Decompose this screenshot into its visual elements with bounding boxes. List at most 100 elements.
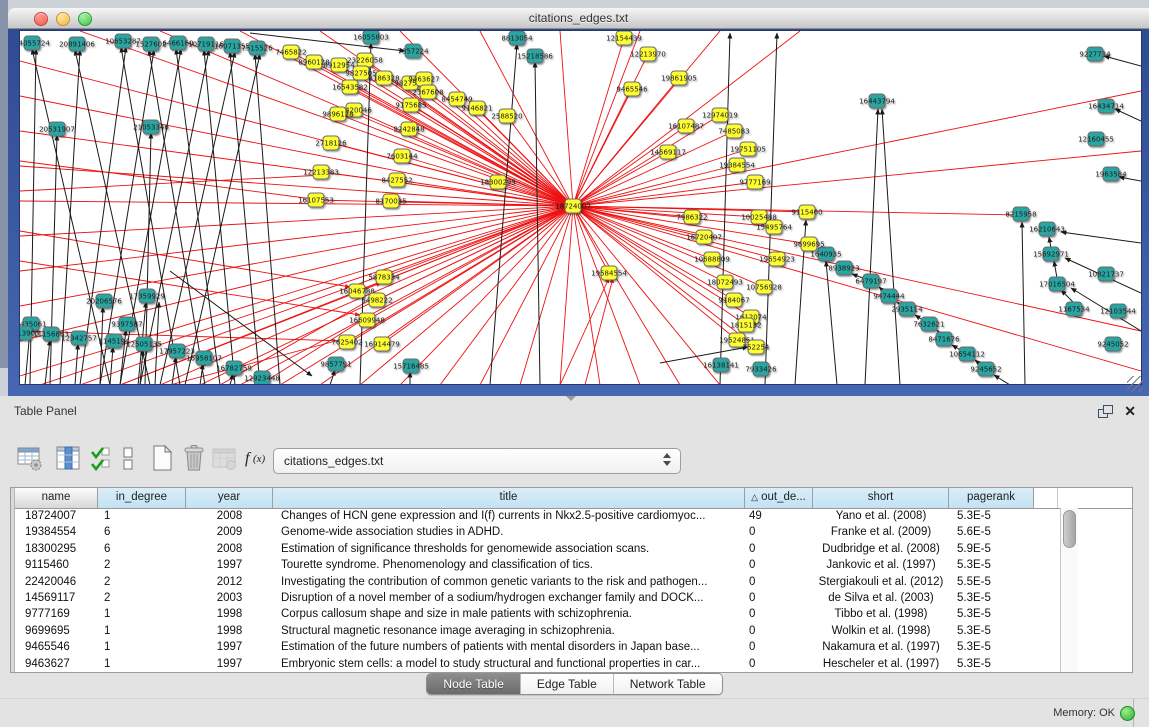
- cell-short[interactable]: Yano et al. (2008): [813, 508, 949, 524]
- cell-out_de[interactable]: 0: [745, 590, 813, 606]
- graph-node[interactable]: 9227734: [1079, 47, 1111, 61]
- cell-year[interactable]: 1997: [186, 656, 273, 672]
- graph-edge[interactable]: [1061, 232, 1141, 243]
- cell-out_de[interactable]: 0: [745, 541, 813, 557]
- graph-node[interactable]: 6479197: [855, 274, 886, 288]
- graph-edge[interactable]: [50, 135, 57, 384]
- table-row[interactable]: 977716911998Corpus callosum shape and si…: [11, 606, 1060, 622]
- cell-short[interactable]: Nakamura et al. (1997): [813, 639, 949, 655]
- graph-node[interactable]: 9465546: [616, 82, 648, 96]
- graph-node[interactable]: 2588520: [491, 109, 522, 123]
- graph-node[interactable]: 19861905: [661, 71, 697, 85]
- graph-edge[interactable]: [560, 206, 573, 384]
- cell-name[interactable]: 9777169: [15, 606, 98, 622]
- graph-edge[interactable]: [377, 206, 573, 300]
- graph-node[interactable]: 12213970: [630, 47, 666, 61]
- graph-node[interactable]: 15692971: [1033, 247, 1069, 261]
- graph-edge[interactable]: [1115, 109, 1141, 121]
- graph-edge[interactable]: [1054, 261, 1057, 278]
- column-header-name[interactable]: name: [15, 488, 98, 508]
- graph-node[interactable]: 16443794: [859, 94, 895, 108]
- graph-edge[interactable]: [360, 206, 573, 384]
- tab-node-table[interactable]: Node Table: [427, 674, 520, 694]
- column-header-out_de[interactable]: △out_de...: [745, 488, 813, 508]
- graph-node[interactable]: 12160455: [1078, 132, 1114, 146]
- graph-edge[interactable]: [255, 54, 280, 384]
- table-selector[interactable]: citations_edges.txt: [273, 448, 681, 474]
- cell-out_de[interactable]: 0: [745, 606, 813, 622]
- graph-node[interactable]: 8427552: [381, 173, 412, 187]
- cell-title[interactable]: Genome-wide association studies in ADHD.: [273, 524, 745, 540]
- new-document-icon[interactable]: [146, 440, 178, 476]
- graph-edge[interactable]: [560, 31, 573, 206]
- cell-in_degree[interactable]: 2: [98, 557, 186, 573]
- network-canvas[interactable]: 1405572420891406106532871527602646616010…: [20, 31, 1141, 384]
- import-table-icon[interactable]: [208, 440, 240, 476]
- graph-node[interactable]: 9115460: [791, 205, 822, 219]
- cell-out_de[interactable]: 0: [745, 656, 813, 672]
- cell-out_de[interactable]: 0: [745, 639, 813, 655]
- cell-out_de[interactable]: 0: [745, 557, 813, 573]
- cell-name[interactable]: 9115460: [15, 557, 98, 573]
- graph-node[interactable]: 12974019: [702, 108, 738, 122]
- close-panel-icon[interactable]: ✕: [1124, 401, 1136, 421]
- cell-pagerank[interactable]: 5.9E-5: [949, 541, 1034, 557]
- graph-node[interactable]: 12103544: [1100, 304, 1136, 318]
- cell-title[interactable]: Estimation of the future numbers of pati…: [273, 639, 745, 655]
- cell-in_degree[interactable]: 1: [98, 656, 186, 672]
- graph-node[interactable]: 7465822: [275, 45, 306, 59]
- cell-pagerank[interactable]: 5.3E-5: [949, 639, 1034, 655]
- cell-year[interactable]: 1998: [186, 606, 273, 622]
- graph-edge[interactable]: [765, 33, 777, 384]
- graph-edge[interactable]: [573, 182, 755, 206]
- cell-short[interactable]: Dudbridge et al. (2008): [813, 541, 949, 557]
- graph-edge[interactable]: [573, 38, 624, 206]
- cell-in_degree[interactable]: 1: [98, 508, 186, 524]
- zoom-window-button[interactable]: [78, 12, 92, 26]
- cell-pagerank[interactable]: 5.3E-5: [949, 606, 1034, 622]
- cell-pagerank[interactable]: 5.3E-5: [949, 508, 1034, 524]
- graph-node[interactable]: 20891406: [59, 37, 95, 51]
- graph-edge[interactable]: [40, 206, 573, 384]
- graph-node[interactable]: 16107487: [668, 119, 704, 133]
- cell-in_degree[interactable]: 1: [98, 606, 186, 622]
- graph-edge[interactable]: [826, 261, 837, 384]
- graph-node[interactable]: 8170035: [375, 194, 406, 208]
- cell-year[interactable]: 2008: [186, 508, 273, 524]
- cell-in_degree[interactable]: 2: [98, 574, 186, 590]
- graph-node[interactable]: 7632621: [913, 317, 944, 331]
- cell-pagerank[interactable]: 5.6E-5: [949, 524, 1034, 540]
- cell-name[interactable]: 9465546: [15, 639, 98, 655]
- graph-node[interactable]: 16914479: [364, 337, 400, 351]
- graph-edge[interactable]: [573, 206, 746, 325]
- function-builder-icon[interactable]: f(x): [242, 440, 274, 476]
- graph-node[interactable]: 16055803: [353, 31, 389, 44]
- column-header-pagerank[interactable]: pagerank: [949, 488, 1034, 508]
- cell-out_de[interactable]: 0: [745, 574, 813, 590]
- graph-node[interactable]: 5878334: [368, 270, 400, 284]
- graph-edge[interactable]: [1049, 237, 1051, 248]
- tab-edge-table[interactable]: Edge Table: [520, 674, 613, 694]
- graph-node[interactable]: 9245652: [970, 362, 1001, 376]
- cell-short[interactable]: Hescheler et al. (1997): [813, 656, 949, 672]
- table-row[interactable]: 946362711997Embryonic stem cells: a mode…: [11, 656, 1060, 672]
- tab-network-table[interactable]: Network Table: [613, 674, 722, 694]
- cell-pagerank[interactable]: 5.3E-5: [949, 590, 1034, 606]
- table-scrollbar-thumb[interactable]: [1063, 510, 1076, 548]
- table-row[interactable]: 2242004622012Investigating the contribut…: [11, 574, 1060, 590]
- graph-node[interactable]: 1963584: [1095, 167, 1127, 181]
- resize-grip-icon[interactable]: [1127, 376, 1143, 392]
- splitter-handle-icon[interactable]: [566, 396, 576, 401]
- cell-year[interactable]: 2003: [186, 590, 273, 606]
- cell-year[interactable]: 2009: [186, 524, 273, 540]
- graph-node[interactable]: 7603144: [386, 149, 418, 163]
- cell-out_de[interactable]: 49: [745, 508, 813, 524]
- graph-edge[interactable]: [882, 109, 900, 384]
- graph-edge[interactable]: [994, 375, 1010, 384]
- cell-name[interactable]: 22420046: [15, 574, 98, 590]
- graph-node[interactable]: 17016504: [1039, 277, 1075, 291]
- graph-node[interactable]: 8813054: [501, 31, 533, 45]
- cell-short[interactable]: Jankovic et al. (1997): [813, 557, 949, 573]
- delete-icon[interactable]: [178, 440, 210, 476]
- table-row[interactable]: 1938455462009Genome-wide association stu…: [11, 524, 1060, 540]
